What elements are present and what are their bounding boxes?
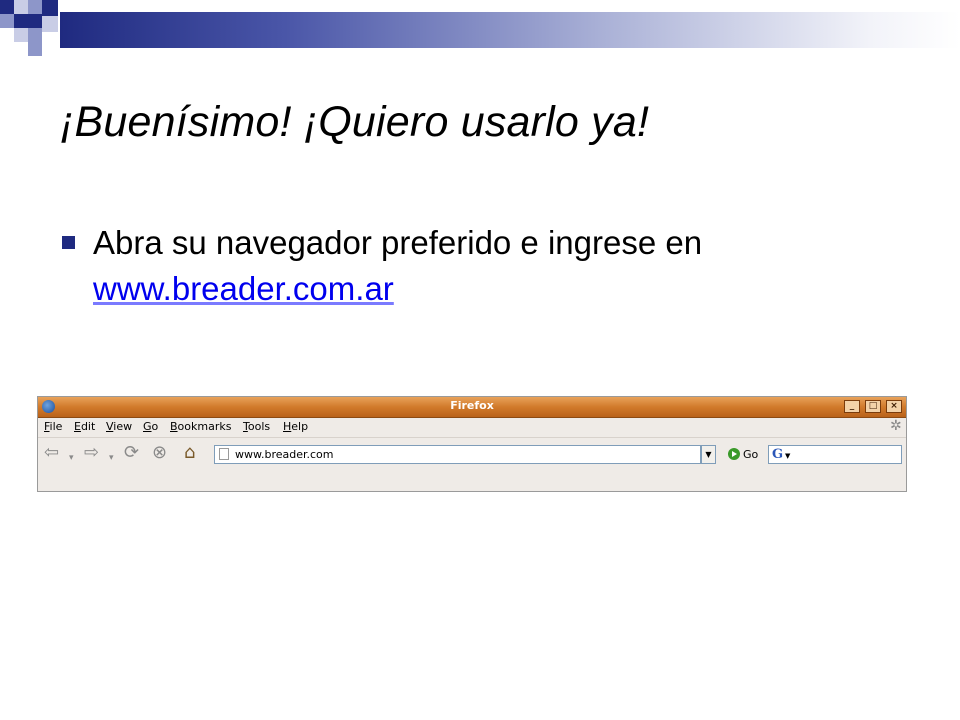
menu-view[interactable]: View [106, 420, 132, 433]
deco-square [28, 0, 42, 14]
back-icon[interactable]: ⇦ [44, 444, 59, 462]
menu-edit[interactable]: Edit [74, 420, 95, 433]
menu-bar: File Edit View Go Bookmarks Tools Help [38, 418, 906, 436]
bullet-marker [62, 236, 75, 249]
slide-title: ¡Buenísimo! ¡Quiero usarlo ya! [60, 98, 650, 146]
minimize-button[interactable]: _ [844, 400, 860, 413]
menu-help[interactable]: Help [283, 420, 308, 433]
stop-icon[interactable]: ⊗ [152, 444, 167, 462]
header-gradient-bar [60, 12, 960, 48]
window-title: Firefox [450, 399, 494, 412]
bullet-item: Abra su navegador preferido e ingrese en… [93, 220, 913, 312]
deco-square [28, 42, 42, 56]
firefox-window: Firefox _ □ × File Edit View Go Bookmark… [37, 396, 907, 492]
google-search-engine-icon[interactable]: G [772, 447, 783, 462]
address-dropdown-button[interactable]: ▼ [701, 445, 716, 464]
deco-square [42, 0, 58, 16]
deco-square [0, 0, 14, 14]
home-icon[interactable]: ⌂ [184, 444, 195, 462]
deco-square [42, 16, 58, 32]
search-box[interactable]: G ▼ [768, 445, 902, 464]
close-button[interactable]: × [886, 400, 902, 413]
deco-square [14, 28, 28, 42]
throbber-gear-icon: ✲ [890, 418, 902, 434]
deco-square [28, 28, 42, 42]
window-titlebar: Firefox _ □ × [38, 397, 906, 418]
deco-square [0, 14, 14, 28]
deco-square [14, 0, 28, 14]
maximize-button[interactable]: □ [865, 400, 881, 413]
back-history-dropdown-icon[interactable]: ▾ [69, 449, 74, 467]
menu-file[interactable]: File [44, 420, 62, 433]
search-engine-dropdown-icon[interactable]: ▼ [785, 452, 790, 460]
menu-go[interactable]: Go [143, 420, 158, 433]
navigation-toolbar: ⇦ ▾ ⇨ ▾ ⟳ ⊗ ⌂ www.breader.com ▼ Go G ▼ [38, 437, 906, 468]
menu-bookmarks[interactable]: Bookmarks [170, 420, 231, 433]
address-bar-url: www.breader.com [235, 448, 334, 461]
go-button-label[interactable]: Go [743, 448, 758, 461]
menu-tools[interactable]: Tools [243, 420, 270, 433]
deco-square [14, 14, 28, 28]
bullet-text: Abra su navegador preferido e ingrese en [93, 224, 703, 261]
go-arrow-icon[interactable] [728, 448, 740, 460]
breader-link[interactable]: www.breader.com.ar [93, 270, 394, 307]
page-icon [219, 448, 229, 460]
forward-icon[interactable]: ⇨ [84, 444, 99, 462]
reload-icon[interactable]: ⟳ [124, 444, 139, 462]
forward-history-dropdown-icon[interactable]: ▾ [109, 449, 114, 467]
address-bar[interactable]: www.breader.com [214, 445, 701, 464]
deco-square [28, 14, 42, 28]
